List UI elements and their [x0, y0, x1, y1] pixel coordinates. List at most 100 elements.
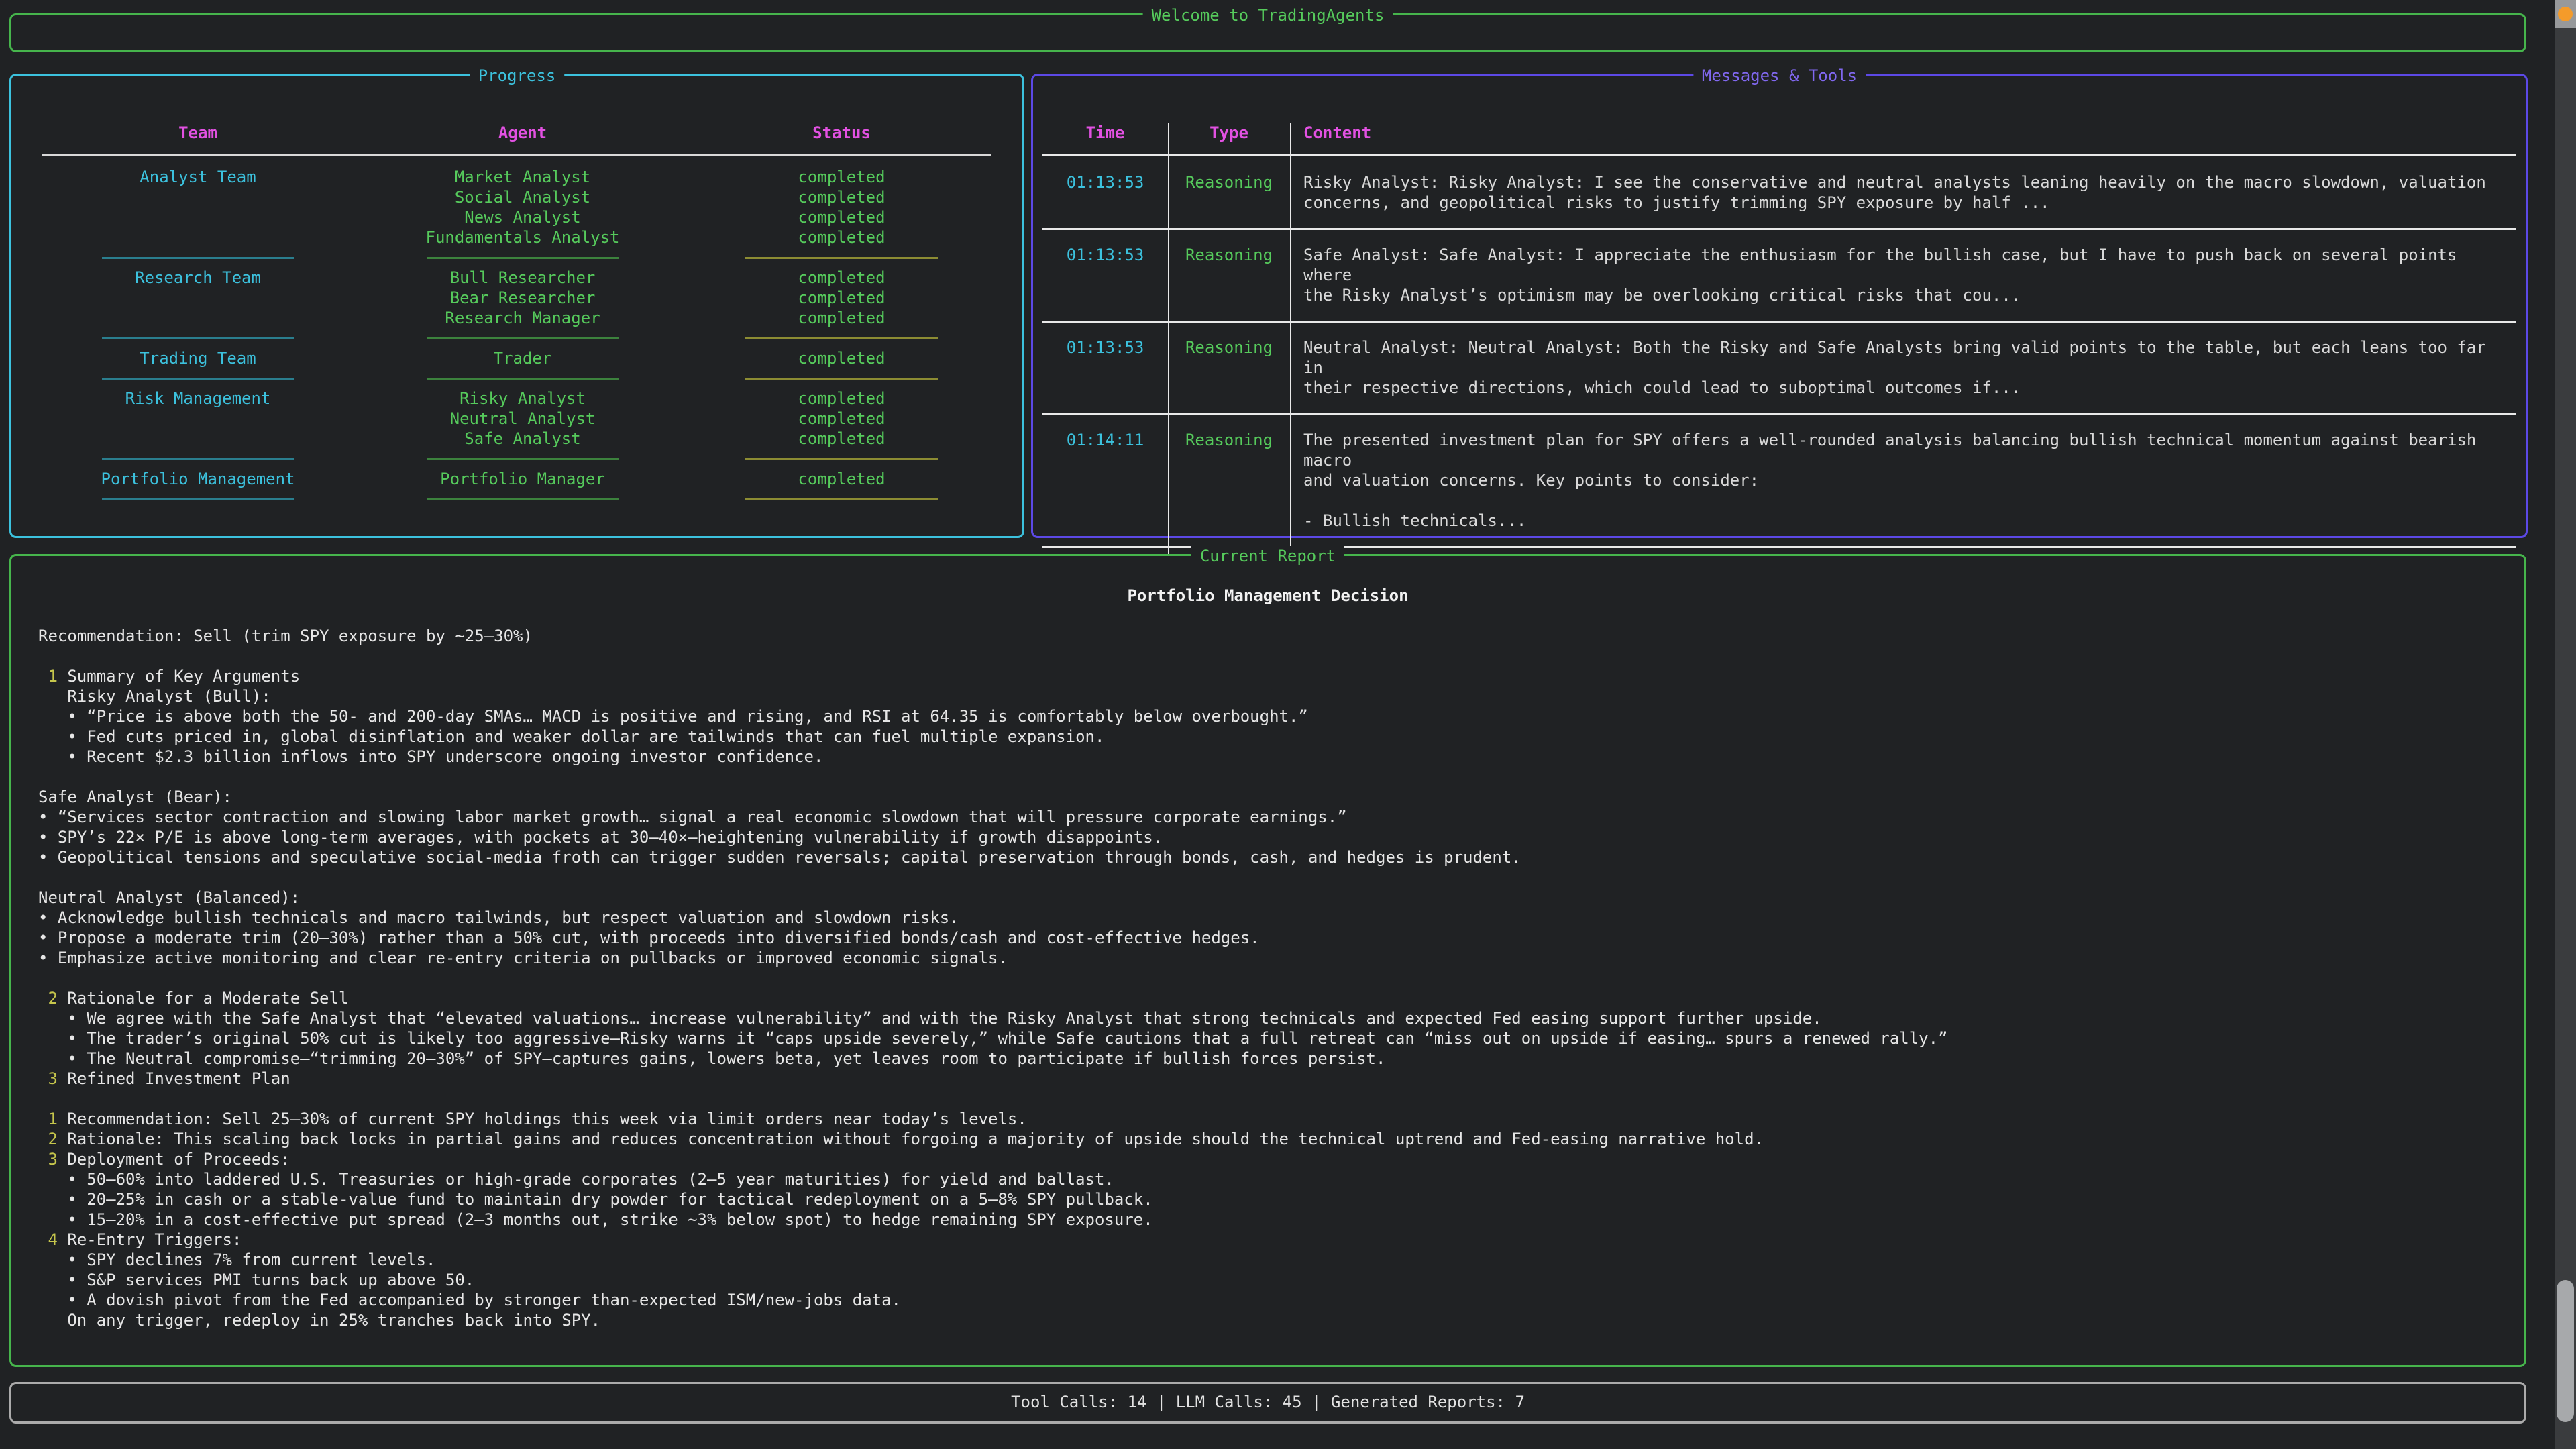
progress-team-cell: Analyst Team [11, 167, 384, 187]
separator-cell [11, 368, 384, 388]
progress-row: Portfolio ManagementPortfolio Managercom… [11, 469, 1022, 489]
report-line: • SPY’s 22× P/E is above long-term avera… [38, 827, 2498, 847]
progress-row: Neutral Analystcompleted [11, 409, 1022, 429]
message-type: Reasoning [1168, 245, 1290, 305]
separator-line [745, 257, 938, 259]
report-line [38, 646, 2498, 666]
progress-agent-cell: Bear Researcher [384, 288, 661, 308]
message-content: Risky Analyst: Risky Analyst: I see the … [1290, 172, 2516, 213]
current-report-panel-title: Current Report [1191, 546, 1344, 566]
progress-status-cell: completed [661, 308, 1022, 328]
progress-team-cell [11, 409, 384, 429]
report-line: • The Neutral compromise—“trimming 20–30… [38, 1049, 2498, 1069]
message-time: 01:14:11 [1042, 430, 1168, 531]
scrollbar-thumb[interactable] [2557, 1280, 2574, 1422]
separator-cell [661, 489, 1022, 509]
report-line-text: Risky Analyst (Bull): [38, 687, 271, 706]
report-line-text: • SPY declines 7% from current levels. [38, 1250, 435, 1269]
report-line: • Emphasize active monitoring and clear … [38, 948, 2498, 968]
progress-status-cell: completed [661, 409, 1022, 429]
progress-agent-cell: Research Manager [384, 308, 661, 328]
separator-cell [661, 368, 1022, 388]
report-line: Neutral Analyst (Balanced): [38, 888, 2498, 908]
progress-status-cell: completed [661, 429, 1022, 449]
progress-agent-cell: Safe Analyst [384, 429, 661, 449]
list-number: 1 [38, 667, 67, 686]
report-line-text: • Propose a moderate trim (20–30%) rathe… [38, 928, 1260, 947]
message-row: 01:14:11ReasoningThe presented investmen… [1042, 425, 2516, 537]
separator-line [427, 337, 619, 339]
separator-line [102, 498, 294, 500]
report-line: 3 Refined Investment Plan [38, 1069, 2498, 1089]
report-line-text: • Acknowledge bullish technicals and mac… [38, 908, 959, 927]
separator-cell [384, 489, 661, 509]
progress-header-underline [11, 143, 1022, 167]
progress-row: Trading TeamTradercompleted [11, 348, 1022, 368]
progress-agent-cell: Bull Researcher [384, 268, 661, 288]
scrollbar-top-button[interactable] [2555, 0, 2576, 28]
separator-line [427, 378, 619, 380]
report-line-text: • S&P services PMI turns back up above 5… [38, 1271, 474, 1289]
report-line [38, 767, 2498, 787]
messages-col-type: Type [1168, 123, 1290, 143]
report-line: • The trader’s original 50% cut is likel… [38, 1028, 2498, 1049]
progress-team-cell [11, 308, 384, 328]
list-number: 3 [38, 1069, 67, 1088]
progress-row: Safe Analystcompleted [11, 429, 1022, 449]
progress-agent-cell: News Analyst [384, 207, 661, 227]
list-number: 4 [38, 1230, 67, 1249]
progress-team-cell [11, 429, 384, 449]
report-line-text: • 20–25% in cash or a stable-value fund … [38, 1190, 1153, 1209]
progress-row: Risk ManagementRisky Analystcompleted [11, 388, 1022, 409]
report-line [38, 867, 2498, 888]
message-content: Neutral Analyst: Neutral Analyst: Both t… [1290, 337, 2516, 398]
progress-status-cell: completed [661, 288, 1022, 308]
progress-table: Team Agent Status Analyst TeamMarket Ana… [11, 123, 1022, 509]
progress-status-cell: completed [661, 167, 1022, 187]
report-line: • Recent $2.3 billion inflows into SPY u… [38, 747, 2498, 767]
notification-dot-icon [2558, 7, 2573, 21]
scrollbar-track[interactable] [2555, 0, 2576, 1449]
report-line: 2 Rationale: This scaling back locks in … [38, 1129, 2498, 1149]
progress-status-cell: completed [661, 388, 1022, 409]
report-line-text: • “Price is above both the 50- and 200-d… [38, 707, 1308, 726]
report-line-text: • A dovish pivot from the Fed accompanie… [38, 1291, 901, 1309]
list-number: 2 [38, 989, 67, 1008]
report-line-text: Neutral Analyst (Balanced): [38, 888, 300, 907]
progress-col-team: Team [11, 123, 384, 143]
welcome-panel: Welcome to TradingAgents [9, 13, 2526, 52]
progress-status-cell: completed [661, 207, 1022, 227]
list-number: 3 [38, 1150, 67, 1169]
progress-team-cell: Trading Team [11, 348, 384, 368]
footer-stats-text: Tool Calls: 14 | LLM Calls: 45 | Generat… [11, 1392, 2524, 1412]
progress-section-separator [11, 449, 1022, 469]
message-time: 01:13:53 [1042, 245, 1168, 305]
progress-agent-cell: Market Analyst [384, 167, 661, 187]
progress-row: News Analystcompleted [11, 207, 1022, 227]
report-line-text: Deployment of Proceeds: [67, 1150, 290, 1169]
separator-cell [384, 449, 661, 469]
report-line-text: Summary of Key Arguments [67, 667, 300, 686]
report-line: Safe Analyst (Bear): [38, 787, 2498, 807]
report-line: • SPY declines 7% from current levels. [38, 1250, 2498, 1270]
welcome-panel-title: Welcome to TradingAgents [1143, 5, 1393, 25]
report-line: 2 Rationale for a Moderate Sell [38, 988, 2498, 1008]
message-row-separator [1042, 219, 2516, 239]
report-line-text: Recommendation: Sell 25–30% of current S… [67, 1110, 1026, 1128]
progress-row: Analyst TeamMarket Analystcompleted [11, 167, 1022, 187]
separator-line [745, 337, 938, 339]
report-line: • Propose a moderate trim (20–30%) rathe… [38, 928, 2498, 948]
report-line: • Fed cuts priced in, global disinflatio… [38, 727, 2498, 747]
progress-table-body: Analyst TeamMarket AnalystcompletedSocia… [11, 167, 1022, 509]
report-line [38, 1089, 2498, 1109]
progress-col-status: Status [661, 123, 1022, 143]
footer-stats-panel: Tool Calls: 14 | LLM Calls: 45 | Generat… [9, 1382, 2526, 1424]
separator-line [102, 458, 294, 460]
message-content: Safe Analyst: Safe Analyst: I appreciate… [1290, 245, 2516, 305]
report-line-text: On any trigger, redeploy in 25% tranches… [38, 1311, 600, 1330]
separator-line [745, 498, 938, 500]
progress-status-cell: completed [661, 268, 1022, 288]
current-report-panel: Current Report Portfolio Management Deci… [9, 554, 2526, 1367]
progress-team-cell: Portfolio Management [11, 469, 384, 489]
report-line-text: • Geopolitical tensions and speculative … [38, 848, 1521, 867]
